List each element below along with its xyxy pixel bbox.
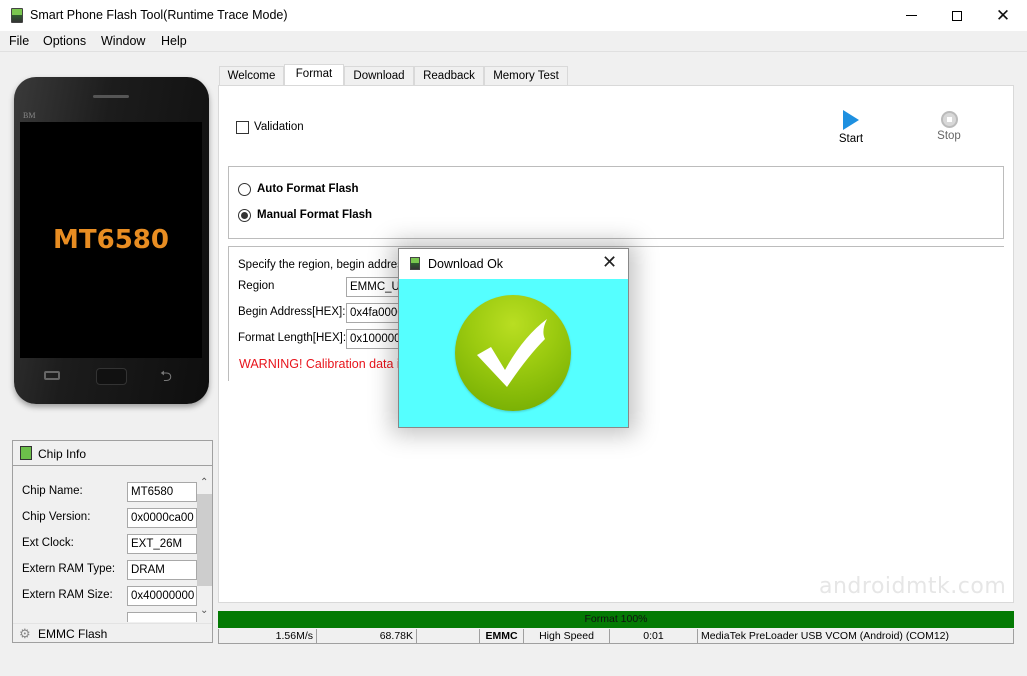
chip-row: Chip Name: MT6580	[22, 482, 197, 502]
format-mode-group: Auto Format Flash Manual Format Flash	[228, 166, 1004, 239]
status-port: MediaTek PreLoader USB VCOM (Android) (C…	[698, 629, 1014, 644]
chip-row: Extern RAM Type: DRAM	[22, 560, 197, 580]
field-label: Begin Address[HEX]:	[238, 306, 346, 318]
chip-value[interactable]: 0x0000ca00	[127, 508, 197, 528]
radio[interactable]	[238, 209, 251, 222]
scroll-thumb[interactable]	[197, 494, 212, 586]
dialog-close-button[interactable]: ✕	[602, 252, 617, 273]
phone-chip-label: MT6580	[53, 225, 169, 255]
dialog-title-bar[interactable]: Download Ok ✕	[399, 249, 628, 279]
watermark: androidmtk.com	[819, 574, 1007, 599]
progress-bar: Format 100%	[218, 611, 1014, 628]
phone-screen: MT6580	[20, 122, 202, 358]
chip-info-header[interactable]: Chip Info	[13, 441, 212, 466]
phone-speaker	[93, 95, 129, 98]
minimize-icon	[905, 15, 917, 16]
start-button[interactable]: Start	[831, 110, 871, 150]
menu-options[interactable]: Options	[43, 34, 86, 48]
chip-value[interactable]: DRAM	[127, 560, 197, 580]
tab-download[interactable]: Download	[344, 66, 414, 86]
chip-info-list: Chip Name: MT6580 Chip Version: 0x0000ca…	[13, 477, 197, 622]
status-bar: 1.56M/s 68.78K EMMC High Speed 0:01 Medi…	[218, 629, 1014, 644]
stop-button[interactable]: Stop	[929, 111, 969, 151]
status-speed: 1.56M/s	[218, 629, 317, 644]
check-circle-icon	[455, 295, 571, 411]
field-label: Format Length[HEX]:	[238, 332, 347, 344]
scroll-down-icon[interactable]: ⌄	[200, 605, 208, 616]
status-time: 0:01	[610, 629, 698, 644]
chip-label: Extern RAM Type:	[22, 563, 116, 575]
chip-value[interactable]: MT6580	[127, 482, 197, 502]
progress-label: Format 100%	[584, 613, 648, 625]
chip-info-panel: Chip Info Chip Name: MT6580 Chip Version…	[12, 440, 213, 643]
chip-row: Chip Version: 0x0000ca00	[22, 508, 197, 528]
tab-format[interactable]: Format	[284, 64, 344, 87]
dialog-body	[399, 279, 628, 427]
close-icon: ✕	[995, 5, 1011, 25]
emmc-flash-section[interactable]: ⚙ EMMC Flash	[13, 623, 212, 643]
chip-value[interactable]: EXT_26M	[127, 534, 197, 554]
manual-format-label: Manual Format Flash	[257, 209, 373, 221]
maximize-button[interactable]	[934, 0, 980, 31]
checkbox[interactable]	[236, 121, 249, 134]
dialog-title: Download Ok	[428, 257, 504, 271]
app-icon	[11, 8, 23, 23]
play-icon	[843, 110, 859, 130]
maximize-icon	[952, 10, 962, 21]
download-ok-dialog: Download Ok ✕	[398, 248, 629, 428]
phone-home-icon	[96, 368, 127, 385]
close-button[interactable]: ✕	[980, 0, 1026, 31]
chip-value[interactable]: 0x40000000	[127, 586, 197, 606]
chip-label: Ext Clock:	[22, 537, 74, 549]
status-usb-speed: High Speed	[524, 629, 610, 644]
chip-label: Chip Name:	[22, 485, 83, 497]
field-label: Region	[238, 280, 275, 292]
phone-brand: BM	[23, 111, 36, 120]
emmc-flash-label: EMMC Flash	[38, 627, 108, 641]
chip-row: Extern RAM Size: 0x40000000	[22, 586, 197, 606]
phone-back-icon: ⮌	[160, 368, 173, 385]
auto-format-label: Auto Format Flash	[257, 183, 359, 195]
checkmark-icon	[477, 319, 547, 387]
chip-info-scrollbar[interactable]: ⌃ ⌄	[197, 477, 212, 621]
radio[interactable]	[238, 183, 251, 196]
tab-memory-test[interactable]: Memory Test	[484, 66, 568, 86]
menu-bar: File Options Window Help	[0, 31, 1027, 52]
window-title: Smart Phone Flash Tool(Runtime Trace Mod…	[30, 8, 288, 22]
phone-image: BM MT6580 ⮌	[14, 77, 209, 404]
scroll-up-icon[interactable]: ⌃	[200, 477, 208, 488]
menu-help[interactable]: Help	[161, 34, 187, 48]
stop-label: Stop	[937, 130, 961, 142]
chip-row	[22, 612, 197, 622]
tab-readback[interactable]: Readback	[414, 66, 484, 86]
gear-icon: ⚙	[19, 626, 31, 641]
validation-label: Validation	[254, 121, 304, 133]
menu-file[interactable]: File	[9, 34, 29, 48]
phone-menu-icon	[44, 371, 60, 380]
chip-info-title: Chip Info	[38, 447, 87, 461]
start-label: Start	[838, 133, 864, 145]
manual-description: Specify the region, begin address	[238, 259, 409, 271]
status-empty	[417, 629, 480, 644]
tab-welcome[interactable]: Welcome	[219, 66, 284, 86]
chip-info-icon	[20, 446, 32, 460]
chip-value[interactable]	[127, 612, 197, 622]
menu-window[interactable]: Window	[101, 34, 145, 48]
status-storage: EMMC	[480, 629, 524, 644]
chip-row: Ext Clock: EXT_26M	[22, 534, 197, 554]
chip-label: Chip Version:	[22, 511, 91, 523]
app-icon	[410, 257, 420, 270]
stop-icon	[940, 111, 958, 128]
title-bar: Smart Phone Flash Tool(Runtime Trace Mod…	[0, 0, 1027, 31]
status-size: 68.78K	[317, 629, 417, 644]
minimize-button[interactable]	[888, 0, 934, 31]
warning-text: WARNING! Calibration data i	[239, 357, 400, 371]
chip-label: Extern RAM Size:	[22, 589, 113, 601]
